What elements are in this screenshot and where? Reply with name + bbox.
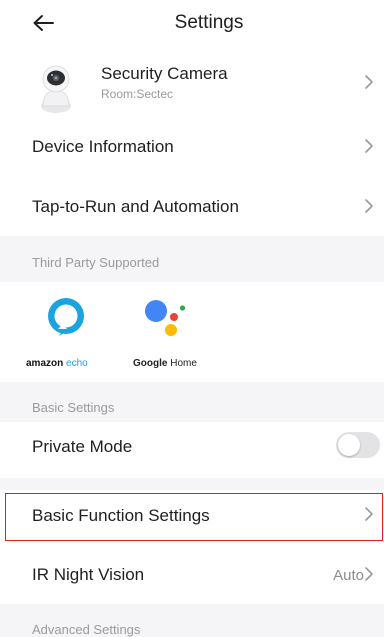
ir-night-vision-label: IR Night Vision — [32, 565, 145, 584]
chevron-right-icon — [365, 139, 373, 153]
basic-settings-section-title: Basic Settings — [32, 400, 115, 415]
private-mode-row: Private Mode — [0, 422, 384, 478]
toggle-knob — [338, 434, 360, 456]
private-mode-toggle[interactable] — [336, 432, 380, 458]
chevron-right-icon — [365, 199, 373, 213]
device-row[interactable]: Security Camera Room:Sectec — [0, 58, 384, 114]
header: Settings — [0, 0, 384, 46]
google-home-vendor[interactable]: Google Home — [130, 296, 210, 372]
device-information-row[interactable]: Device Information — [0, 118, 384, 176]
chevron-right-icon — [365, 75, 373, 89]
highlight-box — [5, 493, 383, 541]
section-divider — [0, 478, 384, 490]
chevron-right-icon — [365, 567, 373, 581]
alexa-icon — [48, 298, 84, 336]
private-mode-label: Private Mode — [32, 437, 133, 456]
google-word: Google — [133, 358, 168, 369]
google-home-label: Google Home — [133, 358, 197, 369]
amazon-word: amazon — [26, 358, 64, 369]
ir-night-vision-value: Auto — [333, 567, 364, 584]
device-room: Room:Sectec — [101, 87, 174, 101]
page-title: Settings — [174, 12, 244, 33]
advanced-settings-section-header: Advanced Settings — [0, 604, 384, 637]
amazon-echo-label: amazon echo — [26, 358, 88, 369]
basic-settings-section-header: Basic Settings — [0, 382, 384, 422]
ir-night-vision-row[interactable]: IR Night Vision Auto — [0, 548, 384, 604]
google-assistant-icon — [145, 300, 186, 336]
tap-to-run-label: Tap-to-Run and Automation — [32, 197, 239, 216]
third-party-section-title: Third Party Supported — [32, 255, 160, 270]
device-information-label: Device Information — [32, 137, 174, 156]
home-word: Home — [167, 358, 197, 369]
device-name: Security Camera — [101, 64, 228, 83]
amazon-echo-vendor[interactable]: amazon echo — [26, 296, 108, 372]
advanced-settings-section-title: Advanced Settings — [32, 622, 141, 637]
third-party-vendors: amazon echo Google Home — [0, 282, 384, 382]
echo-word: echo — [63, 358, 88, 369]
camera-icon — [41, 65, 71, 113]
tap-to-run-row[interactable]: Tap-to-Run and Automation — [0, 176, 384, 234]
third-party-section-header: Third Party Supported — [0, 236, 384, 282]
